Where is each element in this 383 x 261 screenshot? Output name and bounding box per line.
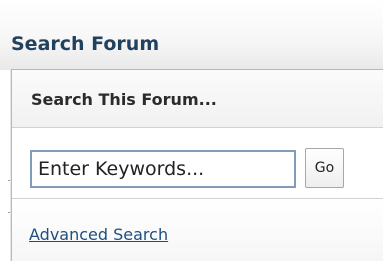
popup-title: Search This Forum... xyxy=(31,90,217,109)
search-popup: Search This Forum... Go Advanced Search xyxy=(11,69,383,261)
go-button[interactable]: Go xyxy=(305,148,344,188)
search-row: Go xyxy=(12,128,383,199)
page: Search Forum Search This Forum... Go Adv… xyxy=(0,0,383,261)
forum-header-bar: Search Forum xyxy=(0,0,383,70)
left-edge-mark xyxy=(8,212,10,213)
advanced-search-link[interactable]: Advanced Search xyxy=(29,225,168,244)
keywords-input[interactable] xyxy=(30,150,296,188)
search-forum-menu[interactable]: Search Forum xyxy=(11,33,159,55)
left-edge-mark xyxy=(8,180,10,181)
advanced-search-area: Advanced Search xyxy=(12,199,383,261)
popup-header: Search This Forum... xyxy=(12,70,383,128)
